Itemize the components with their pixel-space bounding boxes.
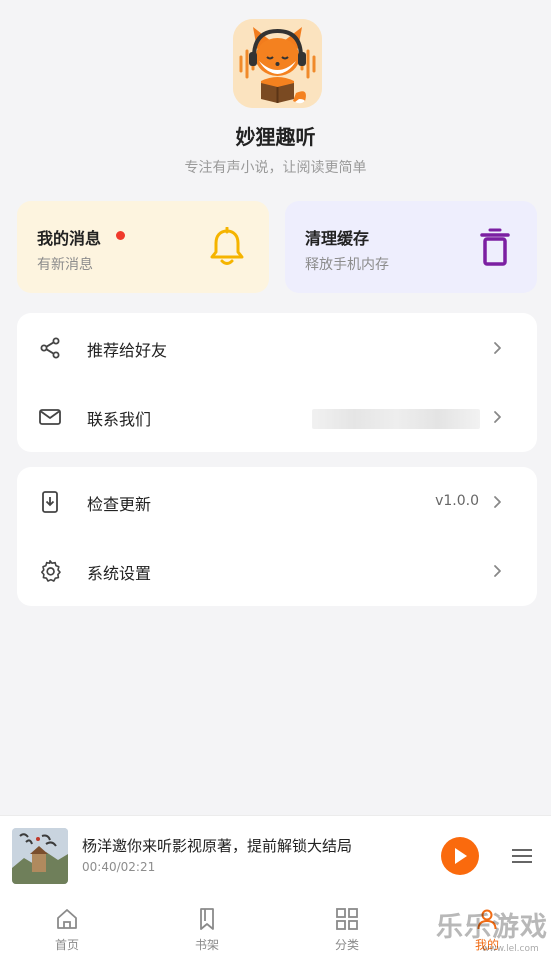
chevron-right-icon: [493, 340, 503, 356]
menu-item-settings[interactable]: 系统设置: [17, 536, 537, 606]
app-name: 妙狸趣听: [235, 125, 316, 149]
my-messages-card[interactable]: 我的消息 有新消息: [17, 201, 269, 293]
home-icon: [55, 907, 79, 931]
version-value: v1.0.0: [435, 493, 479, 509]
unread-dot: [116, 231, 125, 240]
gear-icon: [38, 559, 62, 583]
menu-item-recommend[interactable]: 推荐给好友: [17, 313, 537, 383]
trash-icon: [477, 227, 513, 267]
site-watermark: 乐乐游戏: [436, 912, 548, 943]
mail-icon: [38, 405, 62, 429]
play-button[interactable]: [441, 837, 479, 875]
chevron-right-icon: [493, 494, 503, 510]
chevron-right-icon: [493, 563, 503, 579]
clear-cache-subtitle: 释放手机内存: [305, 257, 389, 273]
app-logo-icon: [233, 19, 322, 108]
menu-item-label: 推荐给好友: [87, 341, 168, 360]
tab-bookshelf[interactable]: 书架: [147, 895, 267, 958]
app-slogan: 专注有声小说，让阅读更简单: [184, 160, 367, 176]
menu-item-label: 系统设置: [87, 564, 152, 583]
clear-cache-title: 清理缓存: [305, 229, 370, 248]
tab-category[interactable]: 分类: [287, 895, 407, 958]
menu-item-label: 联系我们: [87, 410, 152, 429]
now-playing-title: 杨洋邀你来听影视原著，提前解锁大结局: [82, 837, 353, 855]
menu-group-update-settings: 检查更新 v1.0.0 系统设置: [17, 467, 537, 606]
contact-value-redacted: [312, 409, 480, 429]
tab-label: 书架: [194, 938, 219, 952]
tab-label: 首页: [54, 938, 79, 952]
share-icon: [38, 336, 62, 360]
grid-icon: [335, 907, 359, 931]
download-update-icon: [38, 490, 62, 514]
book-cover-image[interactable]: [12, 828, 68, 884]
play-icon: [455, 848, 467, 864]
tab-home[interactable]: 首页: [7, 895, 127, 958]
mini-player-bar[interactable]: 杨洋邀你来听影视原著，提前解锁大结局 00:40/02:21: [0, 815, 551, 895]
clear-cache-card[interactable]: 清理缓存 释放手机内存: [285, 201, 537, 293]
profile-header: 妙狸趣听 专注有声小说，让阅读更简单: [0, 0, 551, 190]
my-messages-title: 我的消息: [37, 229, 102, 248]
menu-item-label: 检查更新: [87, 495, 152, 514]
my-messages-subtitle: 有新消息: [37, 257, 93, 273]
bookmark-icon: [195, 907, 219, 931]
playback-time: 00:40/02:21: [82, 860, 156, 874]
menu-group-share-contact: 推荐给好友 联系我们: [17, 313, 537, 452]
site-watermark-url: www.lel.com: [482, 944, 539, 954]
bell-icon: [209, 226, 245, 267]
menu-item-contact[interactable]: 联系我们: [17, 382, 537, 452]
playlist-menu-icon[interactable]: [510, 845, 534, 867]
tab-label: 分类: [334, 938, 359, 952]
menu-item-check-update[interactable]: 检查更新 v1.0.0: [17, 467, 537, 537]
chevron-right-icon: [493, 409, 503, 425]
